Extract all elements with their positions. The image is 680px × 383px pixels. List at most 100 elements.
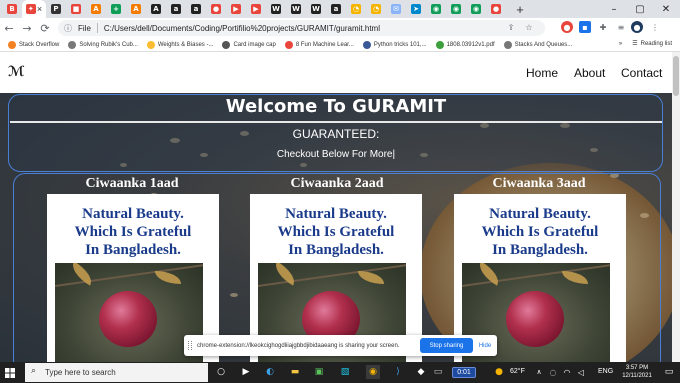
browser-tab[interactable]: B bbox=[2, 0, 22, 18]
bookmark-item[interactable]: Stack Overflow bbox=[8, 40, 59, 49]
store-icon[interactable]: ▣ bbox=[312, 365, 326, 379]
browser-tab[interactable]: ➤ bbox=[406, 0, 426, 18]
reload-button[interactable]: ⟳ bbox=[36, 19, 54, 37]
browser-tab[interactable]: + bbox=[106, 0, 126, 18]
browser-tab[interactable]: A bbox=[86, 0, 106, 18]
browser-tab[interactable]: ◉ bbox=[446, 0, 466, 18]
nav-home-link[interactable]: Home bbox=[526, 66, 558, 80]
browser-tab[interactable]: ▶ bbox=[226, 0, 246, 18]
nav-contact-link[interactable]: Contact bbox=[621, 66, 662, 80]
drag-handle-icon[interactable] bbox=[188, 341, 192, 350]
card-1-line-3: In Bangladesh. bbox=[85, 242, 181, 258]
new-tab-button[interactable]: + bbox=[512, 2, 528, 17]
card-1-line-2: Which Is Grateful bbox=[74, 224, 192, 240]
task-view-icon[interactable]: ○ bbox=[214, 365, 228, 379]
tab-favicon-icon: ■ bbox=[71, 4, 81, 14]
bookmark-item[interactable]: Solving Rubik's Cub... bbox=[68, 40, 138, 49]
browser-tab[interactable]: ▶ bbox=[246, 0, 266, 18]
browser-tab[interactable]: ◉ bbox=[466, 0, 486, 18]
stop-sharing-button[interactable]: Stop sharing bbox=[420, 338, 473, 353]
video-editor-icon[interactable]: ▶ bbox=[239, 365, 253, 379]
bookmark-star-icon[interactable]: ☆ bbox=[523, 21, 535, 33]
windows-logo-icon bbox=[5, 367, 15, 378]
browser-tab[interactable]: a bbox=[186, 0, 206, 18]
media-icon[interactable]: ≡ bbox=[615, 21, 627, 33]
forward-button[interactable]: → bbox=[18, 19, 36, 37]
extension-red-icon[interactable]: ● bbox=[561, 21, 573, 33]
browser-tab[interactable]: ✉ bbox=[386, 0, 406, 18]
bookmark-item[interactable]: 8 Fun Machine Lear... bbox=[284, 40, 354, 49]
vscode-icon[interactable]: ⟩ bbox=[391, 365, 405, 379]
edge-browser-icon[interactable]: ◐ bbox=[263, 365, 277, 379]
weather-icon[interactable]: ● bbox=[492, 365, 506, 379]
file-explorer-icon[interactable]: ▬ bbox=[288, 365, 302, 379]
menu-kebab-icon[interactable]: ⋮ bbox=[649, 21, 661, 33]
browser-tab[interactable]: ✦ × bbox=[22, 0, 46, 18]
maximize-button[interactable]: ▢ bbox=[627, 0, 653, 18]
share-icon[interactable]: ⇪ bbox=[505, 21, 517, 33]
browser-tab[interactable]: ● bbox=[206, 0, 226, 18]
browser-tab[interactable]: a bbox=[326, 0, 346, 18]
notification-icon[interactable]: ▭ bbox=[662, 365, 676, 379]
profile-avatar[interactable]: ● bbox=[631, 21, 643, 33]
minimize-button[interactable]: – bbox=[601, 0, 627, 18]
bookmark-item[interactable]: 1808.03912v1.pdf bbox=[435, 40, 495, 49]
browser-tab[interactable]: W bbox=[306, 0, 326, 18]
scrollbar-thumb[interactable] bbox=[673, 56, 679, 96]
tab-favicon-icon: ✦ bbox=[25, 4, 36, 14]
tab-favicon-icon: P bbox=[51, 4, 61, 14]
tab-favicon-icon: A bbox=[151, 4, 161, 14]
taskbar-search-input[interactable]: ⌕ Type here to search bbox=[25, 363, 208, 382]
hide-button[interactable]: Hide bbox=[477, 338, 493, 353]
extension-blue-icon[interactable]: ▪ bbox=[579, 21, 591, 33]
browser-tab[interactable]: P bbox=[46, 0, 66, 18]
tray-chevron-icon[interactable]: ∧ bbox=[532, 365, 546, 379]
bookmark-item[interactable]: Card image cap bbox=[222, 40, 276, 49]
close-window-button[interactable]: ✕ bbox=[653, 0, 679, 18]
tab-close-icon[interactable]: × bbox=[37, 4, 42, 14]
browser-tab[interactable]: A bbox=[146, 0, 166, 18]
bookmark-label: Stacks And Queues... bbox=[514, 41, 573, 48]
windows-taskbar: ⌕ Type here to search ○ ▶ ◐ ▬ ▣ ▧ ◉ ⟩ ◆ … bbox=[0, 362, 680, 383]
wifi-icon[interactable]: ◠ bbox=[560, 365, 574, 379]
browser-tab[interactable]: a bbox=[166, 0, 186, 18]
browser-tab[interactable]: ◉ bbox=[426, 0, 446, 18]
weather-temperature[interactable]: 62°F bbox=[510, 368, 525, 375]
browser-tab[interactable]: ■ bbox=[66, 0, 86, 18]
bookmarks-overflow-icon[interactable]: » bbox=[619, 41, 622, 47]
reading-list-button[interactable]: » ☰ Reading list bbox=[619, 40, 672, 48]
start-button[interactable] bbox=[0, 362, 20, 383]
terminal-icon[interactable]: ▭ bbox=[431, 365, 445, 379]
bookmark-item[interactable]: Python tricks 101,... bbox=[362, 40, 427, 49]
tab-favicon-icon: ◉ bbox=[471, 4, 481, 14]
browser-tab[interactable]: A bbox=[126, 0, 146, 18]
bookmark-item[interactable]: Weights & Biases -... bbox=[146, 40, 213, 49]
site-logo[interactable]: ℳ bbox=[8, 64, 25, 80]
browser-tab[interactable]: W bbox=[266, 0, 286, 18]
network-icon[interactable]: ◌ bbox=[546, 365, 560, 379]
page-scrollbar[interactable] bbox=[672, 52, 680, 362]
tab-favicon-icon: ✉ bbox=[391, 4, 401, 14]
card-2-line-3: In Bangladesh. bbox=[288, 242, 384, 258]
browser-tab[interactable]: W bbox=[286, 0, 306, 18]
browser-tab[interactable]: ◔ bbox=[366, 0, 386, 18]
bookmark-favicon-icon bbox=[68, 40, 77, 49]
browser-tab[interactable]: ● bbox=[486, 0, 506, 18]
back-button[interactable]: ← bbox=[0, 19, 18, 37]
photos-icon[interactable]: ▧ bbox=[338, 365, 352, 379]
extensions-puzzle-icon[interactable]: ✚ bbox=[597, 21, 609, 33]
info-icon[interactable]: ⓘ bbox=[64, 23, 72, 34]
card-3-line-1: Natural Beauty. bbox=[489, 206, 591, 222]
tab-favicon-icon: ◔ bbox=[371, 4, 381, 14]
browser-tab[interactable]: ◔ bbox=[346, 0, 366, 18]
address-bar[interactable]: ⓘ File C:/Users/dell/Documents/Coding/Po… bbox=[58, 20, 545, 36]
app-icon[interactable]: ◆ bbox=[414, 365, 428, 379]
language-indicator[interactable]: ENG bbox=[598, 368, 613, 375]
volume-icon[interactable]: ◁ bbox=[574, 365, 588, 379]
taskbar-clock[interactable]: 3:57 PM 12/11/2021 bbox=[617, 364, 657, 380]
nav-about-link[interactable]: About bbox=[574, 66, 605, 80]
recording-timer[interactable]: 0:01 bbox=[452, 367, 476, 378]
chrome-taskbar-icon[interactable]: ◉ bbox=[366, 365, 380, 379]
checkout-text: Checkout Below For More| bbox=[276, 149, 396, 160]
bookmark-item[interactable]: Stacks And Queues... bbox=[503, 40, 573, 49]
